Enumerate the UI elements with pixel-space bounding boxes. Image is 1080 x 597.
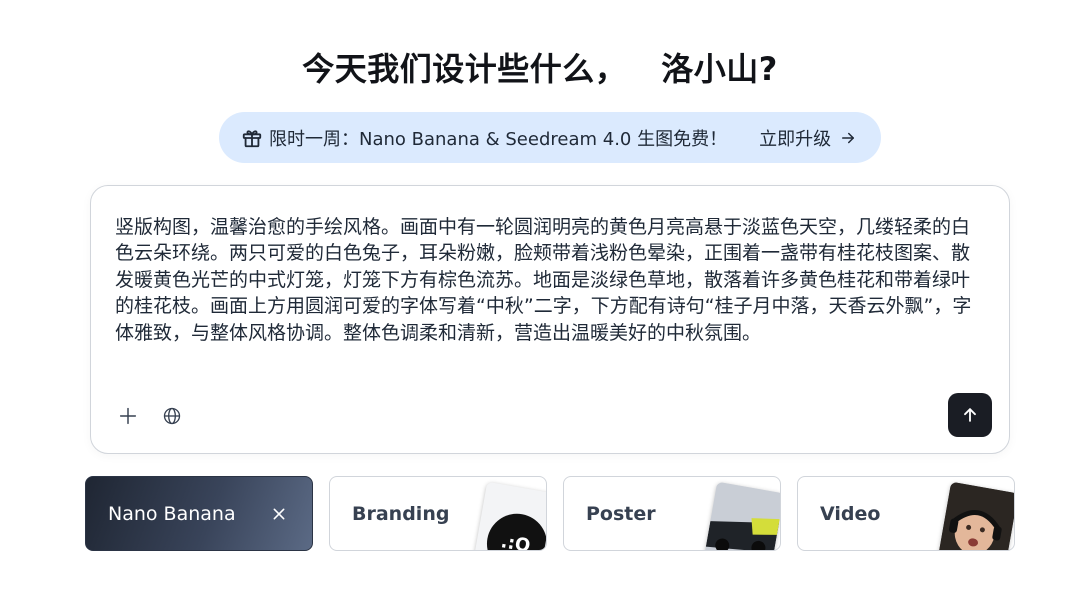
prompt-textarea[interactable]: 竖版构图，温馨治愈的手绘风格。画面中有一轮圆润明亮的黄色月亮高悬于淡蓝色天空，几… (115, 214, 987, 379)
chip-branding[interactable]: Branding .:O (329, 476, 547, 551)
chip-video[interactable]: Video (797, 476, 1015, 551)
branding-thumbnail: .:O (473, 481, 546, 550)
chip-label: Branding (352, 503, 450, 525)
arrow-up-icon (964, 408, 976, 422)
poster-thumbnail (703, 481, 780, 550)
web-search-button[interactable] (157, 401, 187, 431)
page-title: 今天我们设计些什么， 洛小山? (0, 44, 1080, 90)
promo-banner[interactable]: 限时一周：Nano Banana & Seedream 4.0 生图免费！ 立即… (219, 112, 881, 163)
globe-icon (163, 407, 181, 425)
arrow-right-icon (842, 132, 855, 143)
upgrade-label: 立即升级 (759, 128, 832, 150)
user-name: 洛小山? (661, 50, 778, 88)
upgrade-link[interactable]: 立即升级 (759, 125, 857, 151)
gift-icon (241, 127, 263, 149)
close-icon[interactable] (268, 503, 290, 525)
video-thumbnail (937, 481, 1014, 550)
chip-label: Video (820, 503, 881, 525)
chip-label: Poster (586, 503, 656, 525)
add-button[interactable] (113, 401, 143, 431)
chip-label: Nano Banana (108, 503, 236, 525)
chip-poster[interactable]: Poster (563, 476, 781, 551)
promo-text: 限时一周：Nano Banana & Seedream 4.0 生图免费！ (269, 128, 728, 150)
greeting-text: 今天我们设计些什么， (302, 50, 628, 88)
plus-icon (119, 407, 137, 425)
send-button[interactable] (948, 393, 992, 437)
chip-nano-banana[interactable]: Nano Banana (85, 476, 313, 551)
prompt-composer: 竖版构图，温馨治愈的手绘风格。画面中有一轮圆润明亮的黄色月亮高悬于淡蓝色天空，几… (90, 185, 1010, 454)
